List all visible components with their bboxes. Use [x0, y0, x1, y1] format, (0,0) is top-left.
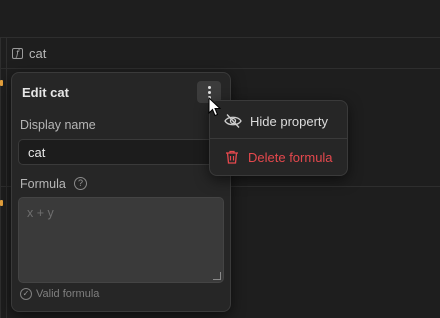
grid-line — [0, 37, 440, 38]
trash-icon — [226, 150, 238, 164]
menu-divider — [210, 138, 347, 139]
display-name-value: cat — [28, 144, 46, 160]
formula-status: ✓ Valid formula — [20, 288, 99, 300]
formula-input[interactable]: x + y — [18, 197, 224, 283]
column-header-label: cat — [29, 45, 47, 61]
row-indicator — [0, 80, 3, 86]
menu-item-hide-property[interactable]: Hide property — [214, 105, 343, 137]
edit-property-panel: Edit cat Display name cat Formula ? x + … — [11, 72, 232, 312]
resize-handle[interactable] — [213, 272, 221, 280]
panel-title: Edit cat — [22, 85, 69, 100]
help-icon[interactable]: ? — [74, 177, 87, 190]
options-menu: Hide property Delete formula — [209, 100, 348, 176]
row-indicator — [0, 200, 3, 206]
more-vertical-icon — [207, 85, 211, 89]
column-header[interactable]: f cat — [12, 38, 46, 68]
mouse-cursor-icon — [208, 97, 222, 117]
grid-line — [6, 37, 7, 318]
menu-item-label: Hide property — [250, 113, 329, 129]
eye-off-icon — [224, 114, 242, 128]
grid-line — [0, 68, 440, 69]
check-circle-icon: ✓ — [20, 288, 32, 300]
display-name-input[interactable]: cat — [18, 139, 232, 165]
formula-status-text: Valid formula — [36, 288, 100, 300]
formula-placeholder: x + y — [27, 206, 54, 220]
menu-item-delete-formula[interactable]: Delete formula — [214, 141, 343, 173]
more-vertical-icon-dot — [207, 90, 211, 94]
formula-label: Formula — [20, 177, 66, 191]
formula-icon: f — [12, 47, 23, 59]
menu-item-label: Delete formula — [248, 149, 333, 165]
display-name-label: Display name — [20, 118, 96, 132]
